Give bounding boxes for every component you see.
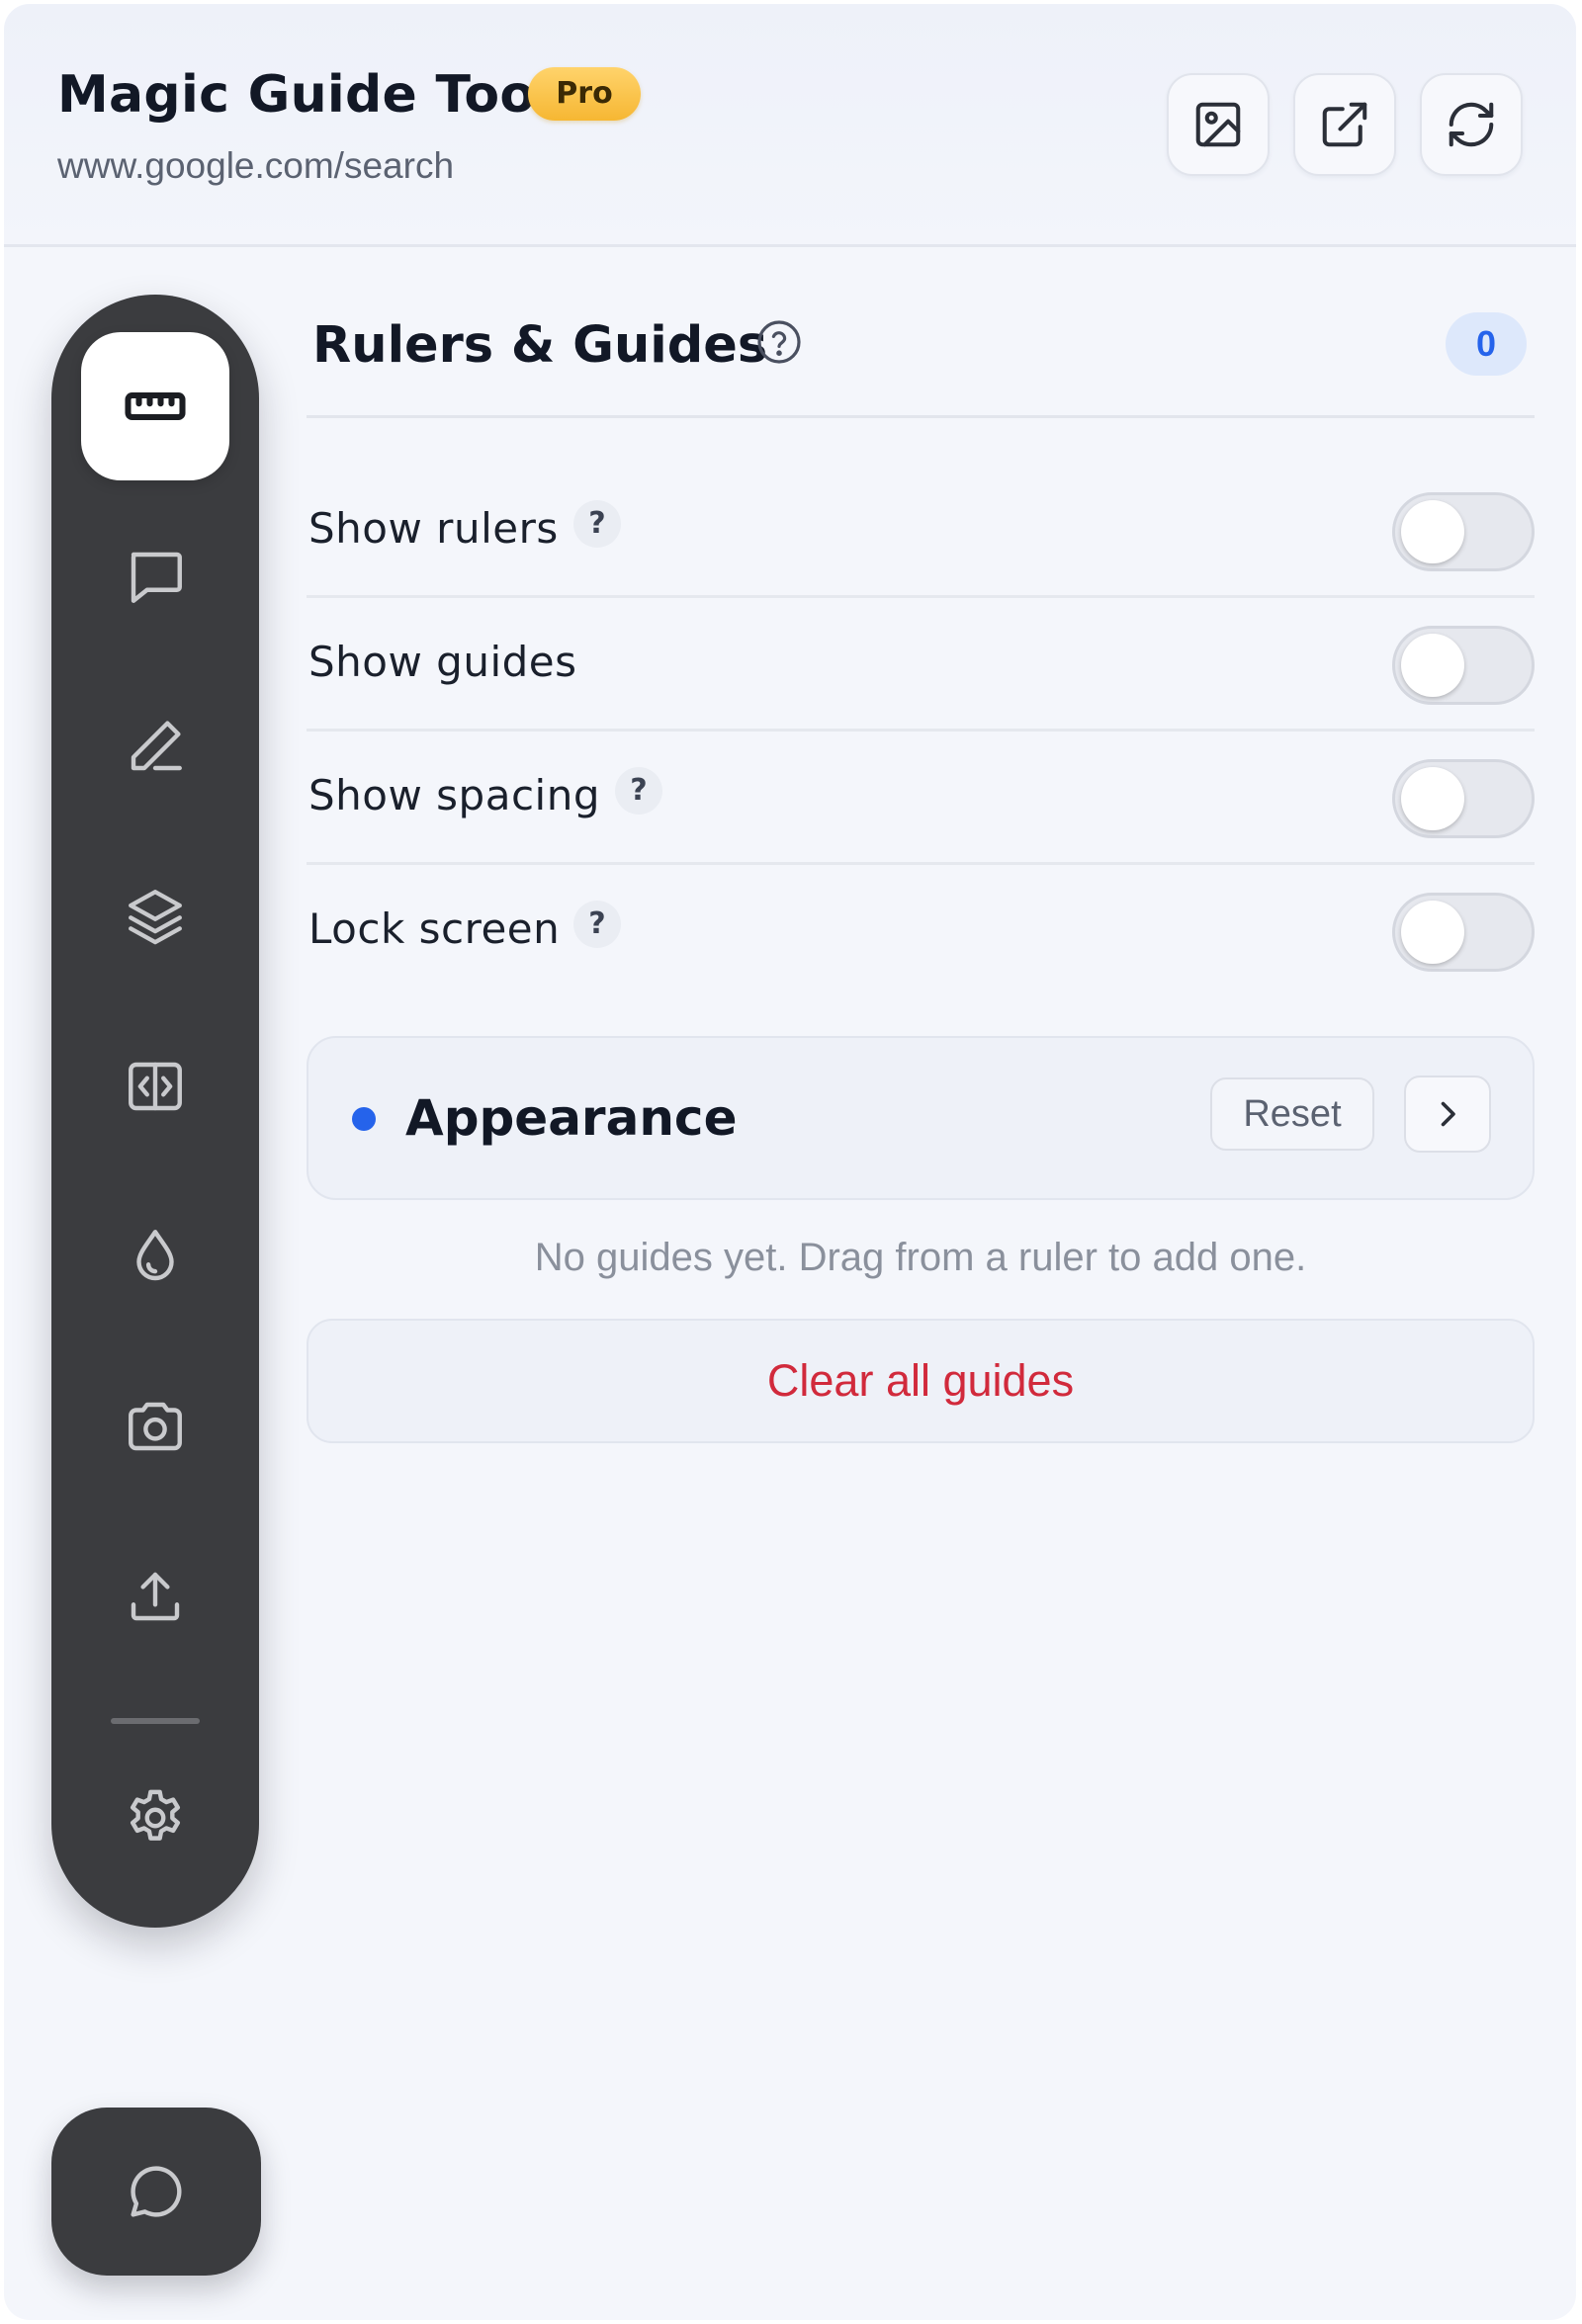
sidebar-item-screenshot[interactable] xyxy=(81,1352,229,1501)
chat-button[interactable] xyxy=(51,2108,261,2276)
droplet-icon xyxy=(136,1230,174,1281)
external-link-icon xyxy=(1322,102,1367,147)
clear-all-guides-button[interactable]: Clear all guides xyxy=(307,1319,1535,1443)
sidebar-item-layers[interactable] xyxy=(81,842,229,990)
extension-panel: Magic Guide Tool Pro www.google.com/sear… xyxy=(4,4,1576,2320)
setting-label: Show rulers xyxy=(308,504,559,553)
upload-icon xyxy=(131,1572,180,1621)
expand-appearance-button[interactable] xyxy=(1404,1076,1491,1153)
chat-icon xyxy=(131,2166,182,2217)
sidebar-item-comments[interactable] xyxy=(81,502,229,650)
camera-icon xyxy=(129,1402,182,1451)
image-button[interactable] xyxy=(1167,73,1270,176)
appearance-title: Appearance xyxy=(405,1089,738,1147)
status-dot xyxy=(352,1107,376,1131)
pro-badge: Pro xyxy=(528,67,641,121)
setting-label: Lock screen xyxy=(308,904,561,953)
reset-button[interactable]: Reset xyxy=(1210,1077,1374,1151)
setting-row-lock-screen: Lock screen ? xyxy=(307,863,1535,993)
code-split-icon xyxy=(129,1062,182,1111)
pencil-icon xyxy=(131,721,182,771)
ruler-icon xyxy=(125,391,186,421)
sidebar-item-settings[interactable] xyxy=(81,1744,229,1892)
setting-row-show-spacing: Show spacing ? xyxy=(307,730,1535,860)
help-circle-icon[interactable] xyxy=(755,318,803,366)
lock-screen-toggle[interactable] xyxy=(1392,893,1535,972)
image-icon xyxy=(1195,102,1241,147)
open-external-button[interactable] xyxy=(1293,73,1396,176)
chevron-right-icon xyxy=(1441,1101,1455,1127)
setting-row-show-guides: Show guides xyxy=(307,596,1535,727)
appearance-section[interactable]: Appearance Reset xyxy=(307,1036,1535,1200)
sidebar-item-draw[interactable] xyxy=(81,672,229,820)
help-icon[interactable]: ? xyxy=(573,500,621,548)
header: Magic Guide Tool Pro www.google.com/sear… xyxy=(4,4,1576,247)
sidebar-item-export[interactable] xyxy=(81,1522,229,1671)
refresh-icon xyxy=(1449,102,1494,147)
sidebar-divider xyxy=(111,1718,200,1724)
layers-icon xyxy=(129,890,182,945)
setting-label: Show guides xyxy=(308,638,577,686)
show-rulers-toggle[interactable] xyxy=(1392,492,1535,571)
sidebar-item-code[interactable] xyxy=(81,1012,229,1161)
show-spacing-toggle[interactable] xyxy=(1392,759,1535,838)
sidebar-item-color[interactable] xyxy=(81,1182,229,1331)
app-title: Magic Guide Tool xyxy=(57,65,554,125)
toggle-knob xyxy=(1401,634,1464,697)
refresh-button[interactable] xyxy=(1420,73,1523,176)
show-guides-toggle[interactable] xyxy=(1392,626,1535,705)
setting-label: Show spacing xyxy=(308,771,600,819)
guide-count-badge: 0 xyxy=(1446,312,1527,376)
toggle-knob xyxy=(1401,500,1464,563)
toggle-knob xyxy=(1401,767,1464,830)
toggle-knob xyxy=(1401,901,1464,964)
title-divider xyxy=(307,415,1535,418)
comment-icon xyxy=(131,552,182,603)
tool-sidebar xyxy=(51,295,259,1928)
section-title: Rulers & Guides xyxy=(312,316,768,375)
sidebar-item-rulers[interactable] xyxy=(81,332,229,480)
page-url: www.google.com/search xyxy=(57,145,455,186)
help-icon[interactable]: ? xyxy=(615,767,662,815)
gear-icon xyxy=(130,1789,181,1841)
setting-row-show-rulers: Show rulers ? xyxy=(307,463,1535,593)
help-icon[interactable]: ? xyxy=(573,901,621,948)
empty-guides-note: No guides yet. Drag from a ruler to add … xyxy=(534,1236,1307,1279)
